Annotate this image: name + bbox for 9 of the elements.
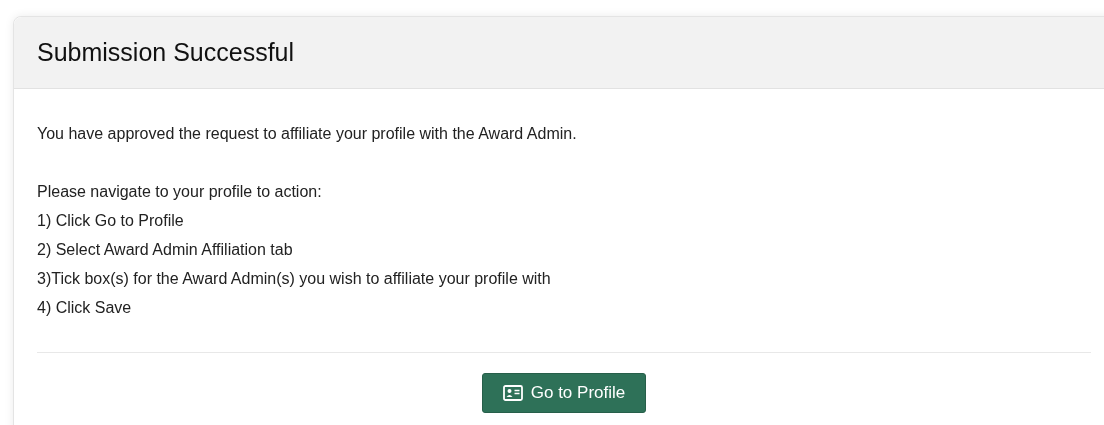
instructions-intro: Please navigate to your profile to action: [37,182,323,202]
instruction-step: 1) Click Go to Profile [37,206,1091,235]
instruction-step: 4) Click Save [37,293,1091,322]
success-message: You have approved the request to affiliate your profile with the Award Admin. [37,124,578,144]
id-card-icon [502,385,523,401]
go-to-profile-button[interactable]: Go to Profile [481,373,647,413]
card-title: Submission Successful [37,38,295,67]
instruction-step: 3)Tick box(s) for the Award Admin(s) you wish to affiliate your profile with [37,264,1091,293]
instruction-step: 2) Select Award Admin Affiliation tab [37,235,1091,264]
